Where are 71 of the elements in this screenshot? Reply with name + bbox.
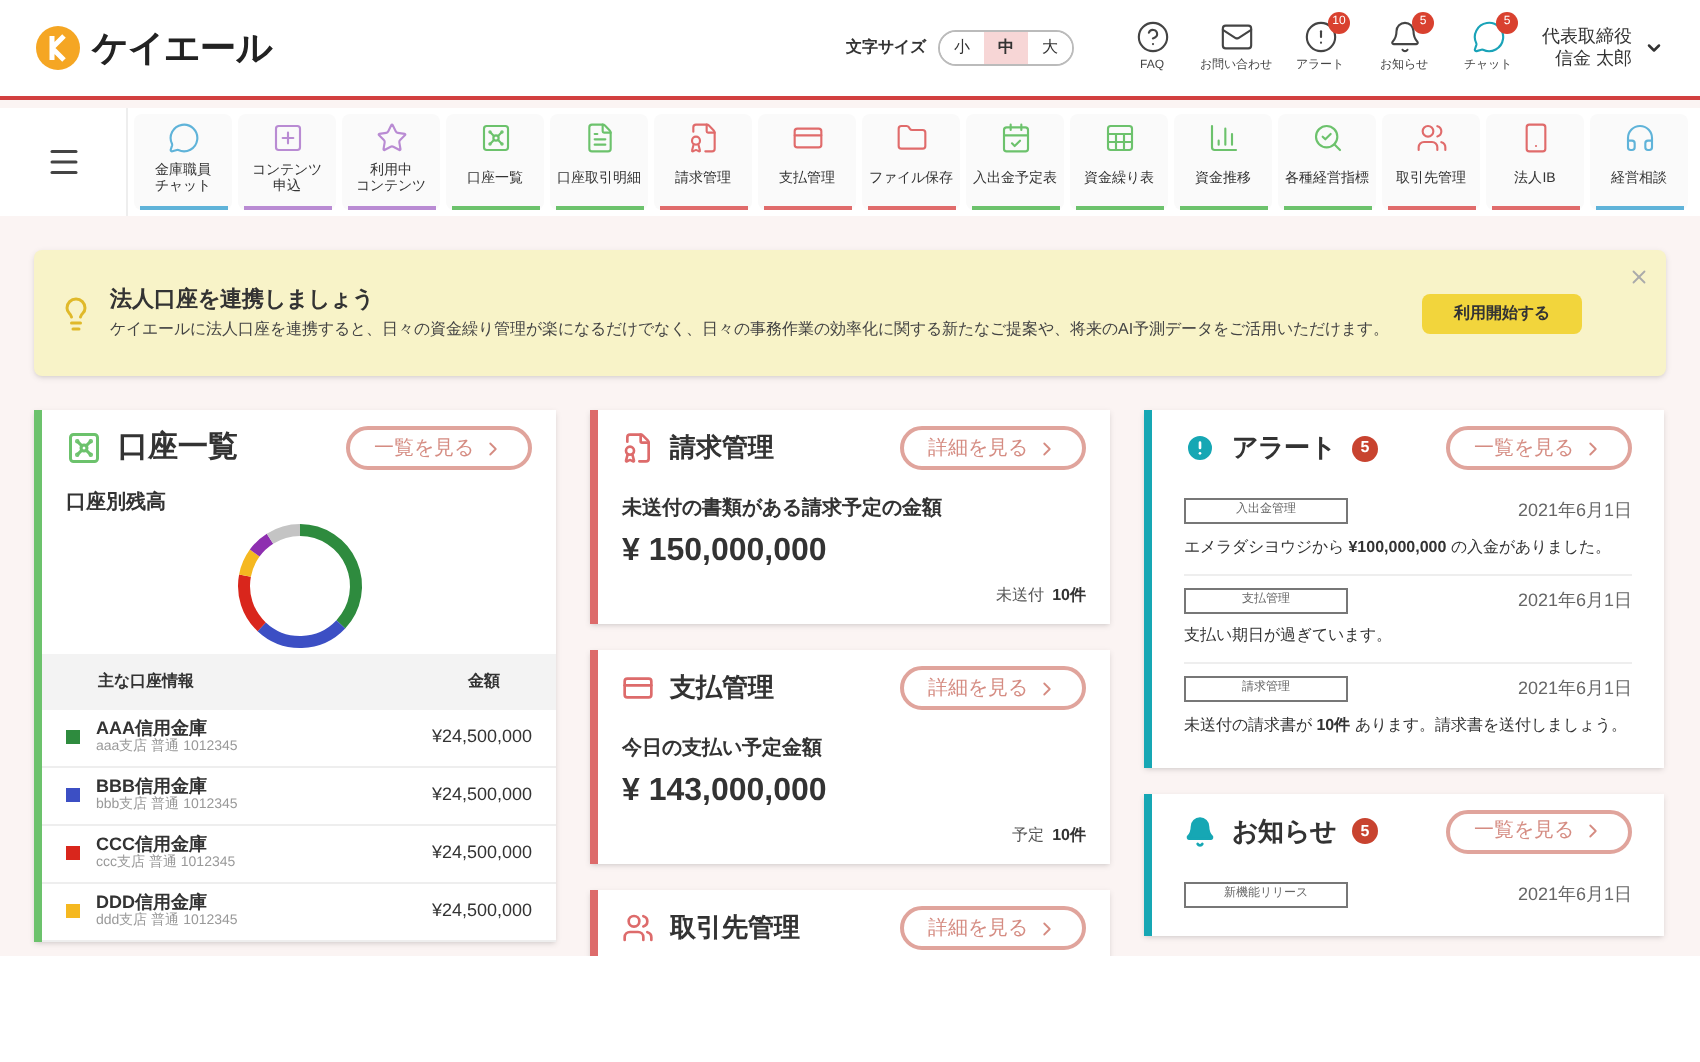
chat-bubble-icon [167, 122, 199, 154]
amount-value: ¥ 150,000,000 [622, 532, 829, 572]
spreadsheet-icon [1103, 122, 1135, 154]
item-date: 2021年6月1日 [1517, 881, 1632, 907]
headset-icon [1623, 122, 1655, 154]
chat-icon [1471, 20, 1505, 54]
account-amount: ¥24,500,000 [431, 897, 532, 924]
star-icon [375, 122, 407, 154]
font-size-label: 文字サイズ [846, 36, 926, 60]
alert-icon [1184, 432, 1216, 464]
account-amount: ¥24,500,000 [431, 781, 532, 808]
people-icon [1415, 122, 1447, 154]
item-date: 2021年6月1日 [1517, 498, 1632, 524]
user-name: 信金 太郎 [1554, 48, 1632, 70]
alert-message: 支払い期日が過ぎています。 [1184, 624, 1394, 648]
logo-icon [36, 26, 80, 70]
safe-icon [479, 122, 511, 154]
alert-icon [1303, 20, 1337, 54]
folder-icon [895, 122, 927, 154]
mail-icon [1219, 20, 1253, 54]
count-value: 10件 [1052, 584, 1086, 608]
card-title: 支払管理 [670, 670, 774, 707]
count-badge: 5 [1352, 818, 1378, 844]
caret-icon [1644, 38, 1664, 58]
account-amount: ¥24,500,000 [431, 839, 532, 866]
account-name: DDD信用金庫 [96, 891, 209, 911]
card-title: 取引先管理 [670, 910, 800, 947]
bell-icon [1184, 815, 1216, 847]
count-label: 未送付 [996, 584, 1045, 608]
card-title: 請求管理 [670, 430, 774, 467]
banner-title: 法人口座を連携しましょう [110, 285, 376, 316]
column-header: 主な口座情報 [98, 669, 194, 693]
alert-message: 未送付の請求書が 10件 あります。請求書を送付しましょう。 [1184, 713, 1629, 737]
card-icon [622, 672, 654, 704]
people-icon [622, 912, 654, 944]
alert-message: エメラダシヨウジから ¥100,000,000 の入金がありました。 [1184, 535, 1613, 559]
invoice-icon [687, 122, 719, 154]
close-icon [1628, 266, 1650, 288]
account-name: BBB信用金庫 [96, 775, 209, 795]
font-size-option[interactable]: 中 [984, 32, 1028, 64]
bar-chart-icon [1207, 122, 1239, 154]
banner-text: ケイエールに法人口座を連携すると、日々の資金繰り管理が楽になるだけでなく、日々の事務作業の効率化に関する新たなご提案や、将来のAI予測データをご活用いただけます。 [110, 318, 1390, 343]
account-amount: ¥24,500,000 [431, 723, 532, 750]
account-name: AAA信用金庫 [96, 717, 209, 737]
document-icon [583, 122, 615, 154]
calendar-icon [999, 122, 1031, 154]
safe-icon [66, 430, 102, 467]
bell-icon [1387, 20, 1421, 54]
amount-value: ¥ 143,000,000 [622, 772, 829, 812]
count-badge: 5 [1352, 435, 1378, 461]
start-button[interactable]: 利用開始する [1422, 293, 1582, 333]
card-title: 口座一覧 [118, 428, 238, 468]
plus-square-icon [271, 122, 303, 154]
item-date: 2021年6月1日 [1517, 587, 1632, 613]
column-header: 金額 [468, 669, 500, 693]
card-icon [791, 122, 823, 154]
card-title: アラート [1232, 430, 1336, 467]
count-value: 10件 [1052, 824, 1086, 848]
account-name: CCC信用金庫 [96, 833, 209, 853]
balance-subtitle: 口座別残高 [64, 488, 168, 517]
amount-label: 今日の支払い予定金額 [622, 734, 824, 764]
menu-icon [45, 144, 81, 180]
item-date: 2021年6月1日 [1517, 676, 1632, 702]
user-role: 代表取締役 [1542, 26, 1632, 48]
invoice-icon [622, 432, 654, 464]
count-label: 予定 [1012, 824, 1045, 848]
card-title: お知らせ [1232, 813, 1336, 850]
logo-text: ケイエール [92, 25, 272, 71]
help-icon [1135, 20, 1169, 54]
amount-label: 未送付の書類がある請求予定の金額 [622, 494, 944, 524]
magnifier-icon [1311, 122, 1343, 154]
